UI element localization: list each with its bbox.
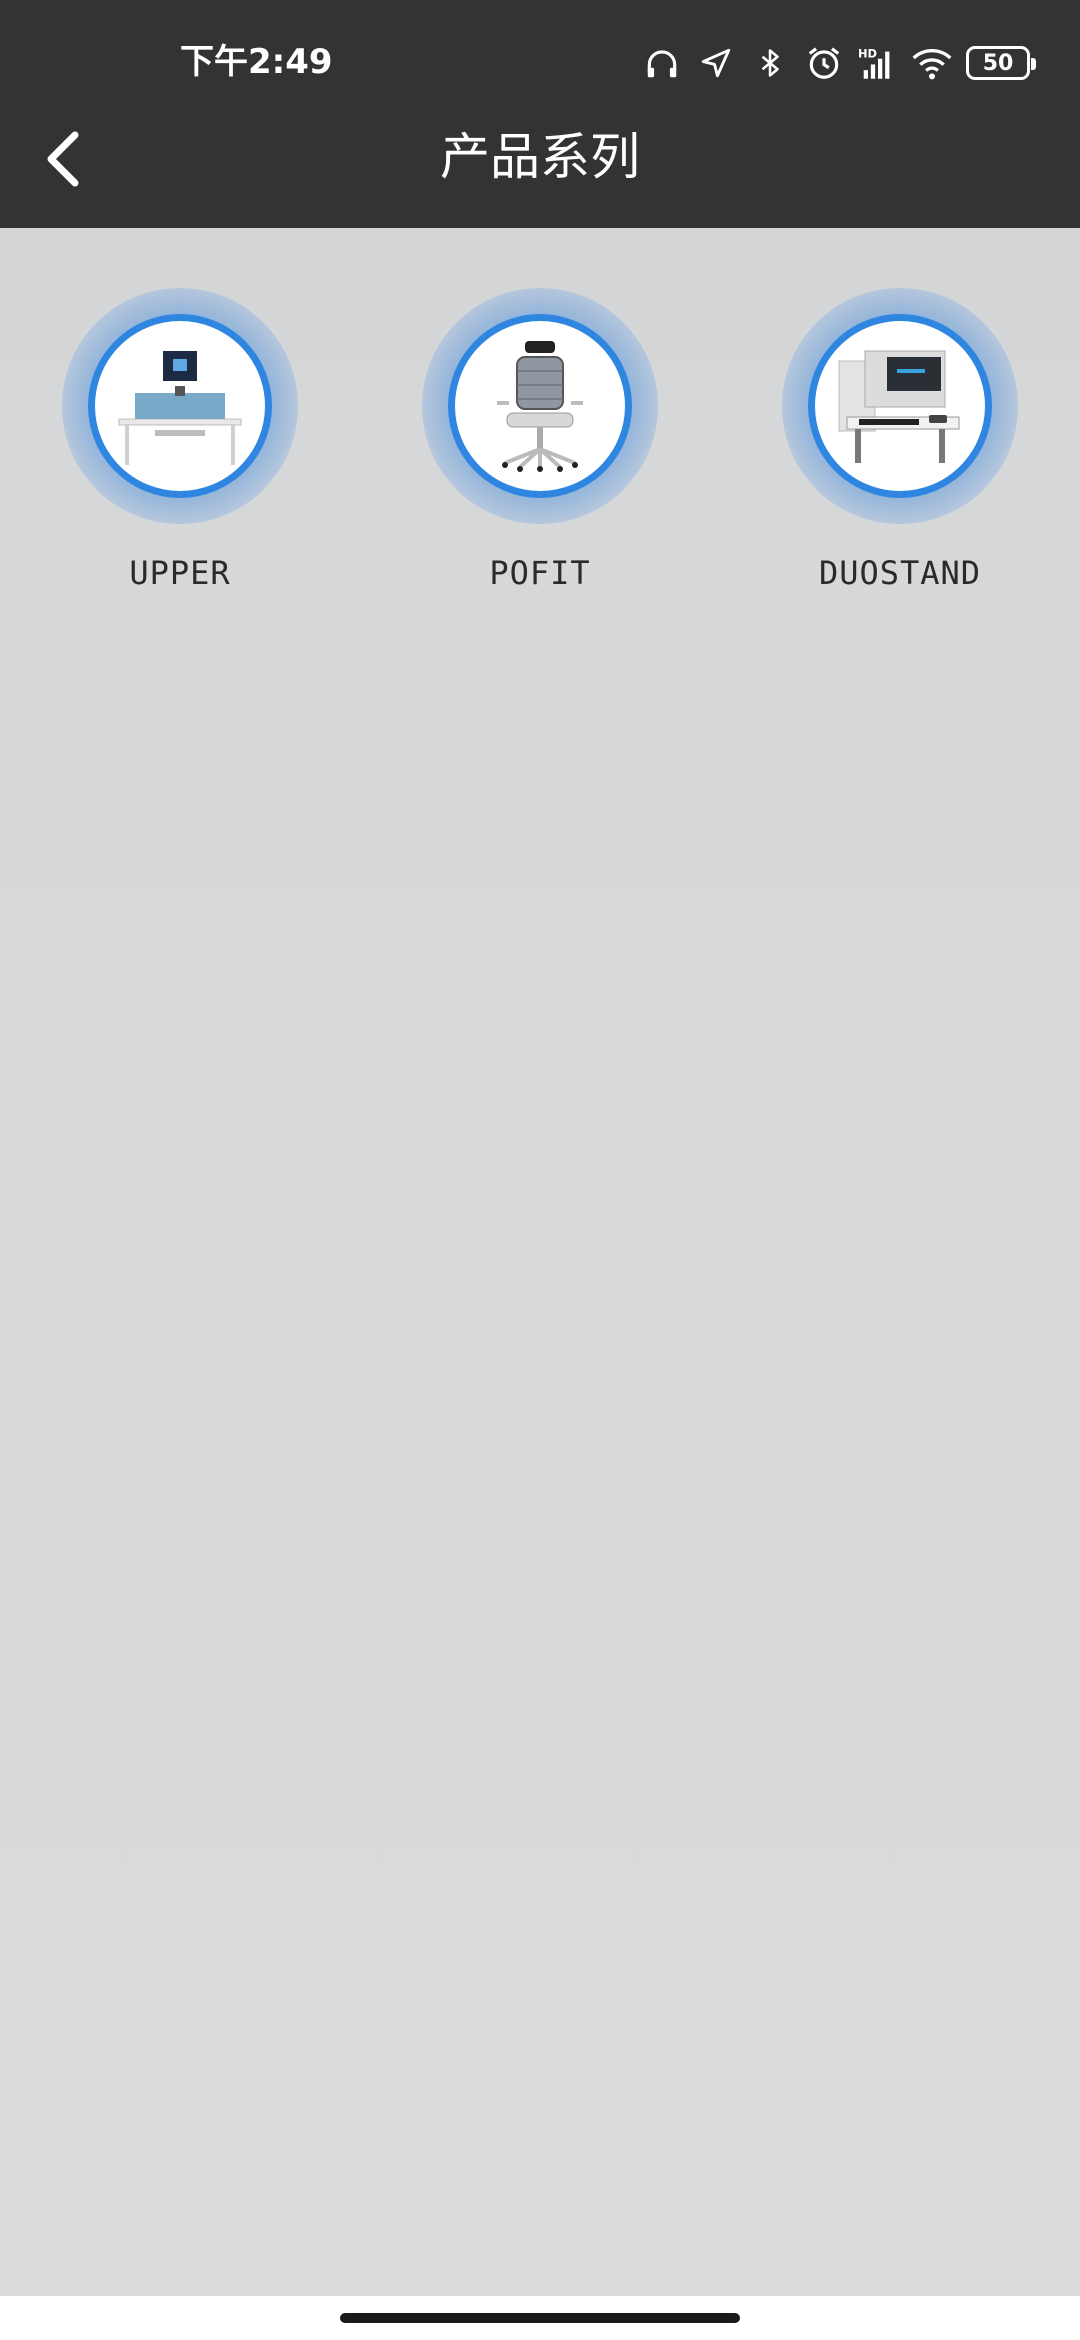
headphones-icon [642, 43, 682, 83]
product-item-duostand[interactable]: DUOSTAND [760, 288, 1040, 592]
product-halo [62, 288, 298, 524]
hd-signal-icon: HD [858, 43, 898, 83]
product-grid: UPPER POFIT DUOSTAND [0, 228, 1080, 2296]
alarm-icon [804, 43, 844, 83]
product-label: POFIT [489, 554, 591, 592]
desk-converter-image [838, 350, 960, 463]
product-halo [422, 288, 658, 524]
product-label: UPPER [129, 554, 231, 592]
battery-icon: 50 [966, 46, 1036, 80]
bluetooth-icon [750, 43, 790, 83]
svg-text:HD: HD [858, 46, 877, 60]
product-item-upper[interactable]: UPPER [40, 288, 320, 592]
app-header: 下午2:49 HD 50 产品系列 [0, 0, 1080, 228]
location-icon [696, 43, 736, 83]
wifi-icon [912, 43, 952, 83]
office-chair-image [497, 341, 583, 472]
status-time: 下午2:49 [180, 42, 333, 82]
status-icons: HD 50 [642, 40, 1036, 86]
product-image-frame [88, 314, 272, 498]
page-title: 产品系列 [440, 128, 640, 186]
product-item-pofit[interactable]: POFIT [400, 288, 680, 592]
home-indicator[interactable] [340, 2313, 740, 2323]
product-halo [782, 288, 1018, 524]
product-image-frame [808, 314, 992, 498]
standing-desk-image [118, 351, 242, 465]
product-image-frame [448, 314, 632, 498]
product-label: DUOSTAND [818, 554, 982, 592]
